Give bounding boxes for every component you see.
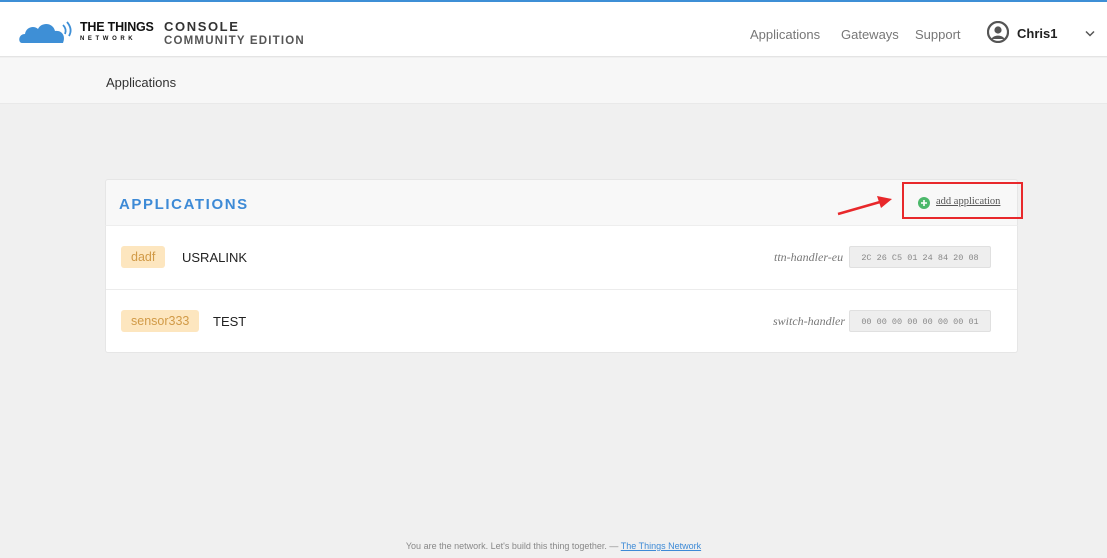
applications-list: dadf USRALINK ttn-handler-eu 2C 26 C5 01…: [105, 225, 1018, 353]
nav-applications[interactable]: Applications: [750, 27, 820, 42]
application-row[interactable]: sensor333 TEST switch-handler 00 00 00 0…: [106, 290, 1017, 354]
application-row[interactable]: dadf USRALINK ttn-handler-eu 2C 26 C5 01…: [106, 226, 1017, 290]
application-description: TEST: [213, 314, 247, 329]
red-arrow-annotation-icon: [837, 196, 892, 216]
chevron-down-icon[interactable]: [1085, 30, 1095, 37]
add-application-label[interactable]: add application: [936, 196, 1000, 207]
user-name[interactable]: Chris1: [1017, 26, 1057, 41]
breadcrumb[interactable]: Applications: [106, 75, 176, 90]
console-title: CONSOLE COMMUNITY EDITION: [164, 20, 305, 48]
console-line1: CONSOLE: [164, 19, 240, 34]
brand-name[interactable]: THE THINGS NETWORK: [80, 21, 154, 42]
console-line2: COMMUNITY EDITION: [164, 35, 305, 47]
user-avatar-icon[interactable]: [987, 21, 1009, 43]
brand-line1: THE THINGS: [80, 20, 154, 34]
brand-line2: NETWORK: [80, 35, 137, 42]
application-id-badge: sensor333: [121, 310, 200, 332]
footer-link[interactable]: The Things Network: [621, 541, 701, 551]
application-id-badge: dadf: [121, 246, 166, 268]
application-eui: 2C 26 C5 01 24 84 20 08: [849, 246, 991, 268]
nav-support[interactable]: Support: [915, 27, 961, 42]
footer: You are the network. Let's build this th…: [0, 541, 1107, 551]
nav-gateways[interactable]: Gateways: [841, 27, 899, 42]
plus-circle-icon: [918, 197, 930, 209]
ttn-cloud-logo-icon[interactable]: [18, 19, 76, 45]
header: THE THINGS NETWORK CONSOLE COMMUNITY EDI…: [0, 2, 1107, 57]
application-eui: 00 00 00 00 00 00 00 01: [849, 310, 991, 332]
applications-title: APPLICATIONS: [119, 196, 249, 213]
application-description: USRALINK: [182, 250, 248, 265]
application-handler: ttn-handler-eu: [774, 250, 844, 264]
breadcrumb-bar: Applications: [0, 58, 1107, 104]
application-handler: switch-handler: [773, 314, 845, 328]
footer-text: You are the network. Let's build this th…: [405, 541, 621, 551]
